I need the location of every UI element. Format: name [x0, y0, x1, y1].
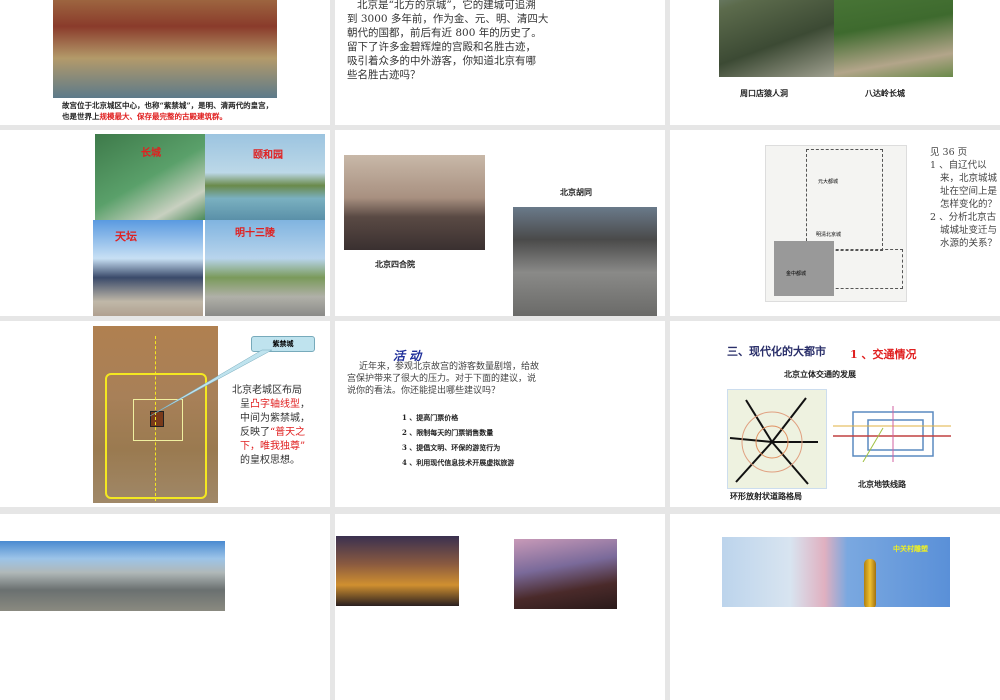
question-text: 见 36 页 1 、自辽代以来，北京城城址在空间上是怎样变化的？ 2 、分析北京…	[930, 146, 998, 250]
desc-part: 的皇权思想。	[240, 455, 300, 466]
desc-part-highlight: 下，唯我独尊”	[240, 441, 306, 452]
suggestion-item: 3 、提倡文明、环保的游览行为	[402, 443, 501, 452]
para-line: 些名胜古迹吗？	[347, 69, 421, 81]
slide-thumbnail-3[interactable]: 周口店猿人洞 八达岭长城	[670, 0, 1000, 125]
para-line: 说你的看法。你还能提出哪些建议吗？	[347, 386, 501, 396]
slide-thumbnail-11[interactable]	[335, 514, 665, 700]
para-line: 近年来，参观北京故宫的游客数量剧增，给故	[359, 362, 540, 372]
para-line: 宫保护带来了很大的压力。对于下面的建议，说	[347, 374, 537, 384]
slide-thumbnail-4[interactable]: 长城 颐和园 天坛 明十三陵	[0, 130, 330, 316]
para-line: 吸引着众多的中外游客，你知道北京有哪	[347, 55, 536, 67]
slide-caption: 故宫位于北京城区中心，也称“紫禁城”，是明、清两代的皇宫，也是世界上规模最大、保…	[62, 100, 277, 122]
caption-subway: 北京地铁线路	[858, 479, 906, 489]
suggestion-list: 1 、提高门票价格 2 、限制每天的门票销售数量 3 、提倡文明、环保的游览行为…	[402, 410, 514, 470]
page-ref: 见 36 页	[930, 147, 968, 158]
forbidden-city-photo	[53, 0, 277, 98]
section-subtitle: 1 、交通情况	[850, 348, 917, 361]
ming-tombs-photo: 明十三陵	[205, 220, 325, 316]
para-line: 到 3000 多年前，作为金、元、明、清四大	[347, 13, 549, 25]
night-city-photo	[336, 536, 459, 606]
suggestion-item: 4 、利用现代信息技术开展虚拟旅游	[402, 458, 515, 467]
desc-part: 中间为紫禁城，	[240, 413, 310, 424]
desc-part-highlight: “普天之	[270, 427, 306, 438]
activity-paragraph: 近年来，参观北京故宫的游客数量剧增，给故 宫保护带来了很大的压力。对于下面的建议…	[347, 361, 539, 397]
caption-badaling: 八达岭长城	[865, 88, 905, 98]
label-summer-palace: 颐和园	[253, 150, 283, 161]
desc-line: 的皇权思想。	[232, 454, 310, 468]
slide-thumbnail-8[interactable]: 活 动 近年来，参观北京故宫的游客数量剧增，给故 宫保护带来了很大的压力。对于下…	[335, 321, 665, 507]
temple-of-heaven-photo: 天坛	[93, 220, 203, 316]
para-line: 留下了许多金碧辉煌的宫殿和名胜古迹，	[347, 41, 536, 53]
desc-line: 下，唯我独尊”	[232, 440, 310, 454]
jin-zhongdu-block	[774, 241, 834, 296]
zhoukoudian-photo	[719, 0, 834, 77]
desc-line: 北京老城区布局	[232, 384, 310, 398]
caption-highlight: 规模最大、保存最完整的古殿建筑群。	[99, 112, 228, 121]
question-1: 1 、自辽代以来，北京城城址在空间上是怎样变化的？	[930, 160, 998, 210]
transport-heading: 北京立体交通的发展	[784, 369, 856, 379]
caption-hutong: 北京胡同	[560, 187, 592, 197]
label-ming-tombs: 明十三陵	[235, 228, 275, 239]
map-label: 元大都城	[818, 179, 839, 185]
subway-lines	[833, 406, 951, 462]
subway-map	[833, 406, 951, 462]
map-label: 金中都城	[786, 271, 807, 277]
label-great-wall: 长城	[141, 148, 161, 159]
label-zhongguancun: 中关村雕塑	[893, 544, 928, 553]
map-label: 明清北京城	[816, 232, 842, 238]
hutong-photo	[513, 207, 657, 316]
zhongguancun-photo: 中关村雕塑	[722, 537, 950, 607]
siheyuan-photo	[344, 155, 485, 250]
summer-palace-photo: 颐和园	[205, 134, 325, 220]
great-wall-photo: 长城	[95, 134, 205, 220]
slide-thumbnail-1[interactable]: 故宫位于北京城区中心，也称“紫禁城”，是明、清两代的皇宫，也是世界上规模最大、保…	[0, 0, 330, 125]
slide-thumbnail-10[interactable]	[0, 514, 330, 700]
desc-line: 中间为紫禁城，	[232, 412, 310, 426]
slide-thumbnail-12[interactable]: 中关村雕塑	[670, 514, 1000, 700]
caption-siheyuan: 北京四合院	[375, 259, 415, 269]
para-line: 朝代的国都，前后有近 800 年的历史了。	[347, 27, 542, 39]
desc-part-highlight: 凸字轴线型	[250, 399, 300, 410]
slide-thumbnail-6[interactable]: 元大都城 明清北京城 金中都城 见 36 页 1 、自辽代以来，北京城城址在空间…	[670, 130, 1000, 316]
desc-part: ，	[300, 399, 310, 410]
road-network-map	[727, 389, 827, 489]
intro-paragraph: 北京是“北方的京城”，它的建城可追溯 到 3000 多年前，作为金、元、明、清四…	[347, 0, 548, 82]
desc-part: 呈	[240, 399, 250, 410]
desc-line: 呈凸字轴线型，	[232, 398, 310, 412]
suggestion-item: 2 、限制每天的门票销售数量	[402, 428, 494, 437]
ancient-city-map: 元大都城 明清北京城 金中都城	[765, 145, 907, 302]
desc-line: 反映了“普天之	[232, 426, 310, 440]
desc-part: 反映了	[240, 427, 270, 438]
question-2: 2 、分析北京古城城址变迁与水源的关系？	[930, 212, 998, 249]
caption-zhoukoudian: 周口店猿人洞	[740, 88, 788, 98]
slide-thumbnail-7[interactable]: 紫禁城 北京老城区布局 呈凸字轴线型， 中间为紫禁城， 反映了“普天之 下，唯我…	[0, 321, 330, 507]
slide-thumbnail-5[interactable]: 北京四合院 北京胡同	[335, 130, 665, 316]
badaling-photo	[834, 0, 953, 77]
label-temple-of-heaven: 天坛	[115, 230, 137, 243]
radial-arrows	[729, 397, 818, 485]
suggestion-item: 1 、提高门票价格	[402, 413, 459, 422]
section-title: 三、现代化的大都市	[727, 345, 826, 358]
slide-thumbnail-2[interactable]: 北京是“北方的京城”，它的建城可追溯 到 3000 多年前，作为金、元、明、清四…	[335, 0, 665, 125]
desc-part: 北京老城区布局	[232, 385, 302, 396]
skyscraper-photo	[514, 539, 617, 609]
layout-description: 北京老城区布局 呈凸字轴线型， 中间为紫禁城， 反映了“普天之 下，唯我独尊” …	[232, 384, 310, 468]
slide-thumbnail-9[interactable]: 三、现代化的大都市 1 、交通情况 北京立体交通的发展 环形放射状道路格局 北京…	[670, 321, 1000, 507]
city-skyline-photo	[0, 541, 225, 611]
caption-road-network: 环形放射状道路格局	[730, 491, 802, 501]
para-line: 北京是“北方的京城”，它的建城可追溯	[357, 0, 536, 11]
